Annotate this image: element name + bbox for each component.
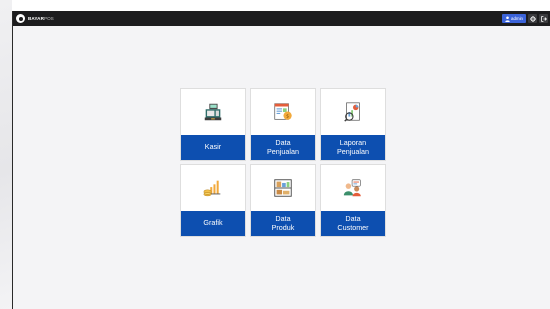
tile-kasir[interactable]: Kasir xyxy=(180,88,246,161)
user-icon xyxy=(505,15,510,22)
desktop-backdrop xyxy=(0,0,12,309)
user-menu-button[interactable]: admin xyxy=(502,14,526,23)
app-window: BAYAR POS admin Kasir $ Data Penjualan L… xyxy=(12,11,550,309)
user-name-label: admin xyxy=(511,16,523,21)
sales-report-icon: $ xyxy=(274,103,292,120)
brand-logo-icon xyxy=(16,14,25,23)
tile-laporan-penjualan[interactable]: Laporan Penjualan xyxy=(320,88,386,161)
logout-icon xyxy=(540,15,547,22)
cash-register-icon xyxy=(204,103,222,121)
brand-name: BAYAR xyxy=(28,16,44,21)
sales-analytics-icon xyxy=(344,102,360,122)
tile-label: Grafik xyxy=(181,211,245,236)
tile-data-penjualan[interactable]: $ Data Penjualan xyxy=(250,88,316,161)
tile-label: Data Penjualan xyxy=(251,135,315,160)
tile-grafik[interactable]: Grafik xyxy=(180,164,246,237)
product-boxes-icon xyxy=(274,179,292,197)
tile-label: Kasir xyxy=(181,135,245,160)
tile-label: Laporan Penjualan xyxy=(321,135,385,160)
top-navbar: BAYAR POS admin xyxy=(13,11,550,26)
logout-button[interactable] xyxy=(539,14,548,23)
gear-icon xyxy=(529,15,536,22)
tile-data-produk[interactable]: Data Produk xyxy=(250,164,316,237)
tile-data-customer[interactable]: Data Customer xyxy=(320,164,386,237)
brand[interactable]: BAYAR POS xyxy=(16,11,54,26)
settings-button[interactable] xyxy=(528,14,537,23)
tile-label: Data Customer xyxy=(321,211,385,236)
topbar-actions: admin xyxy=(502,11,550,26)
customers-icon xyxy=(343,179,361,197)
tile-label: Data Produk xyxy=(251,211,315,236)
menu-grid: Kasir $ Data Penjualan Laporan Penjualan… xyxy=(180,88,388,237)
bar-chart-coins-icon xyxy=(203,180,221,197)
brand-name-suffix: POS xyxy=(44,16,54,21)
svg-text:$: $ xyxy=(286,114,289,120)
